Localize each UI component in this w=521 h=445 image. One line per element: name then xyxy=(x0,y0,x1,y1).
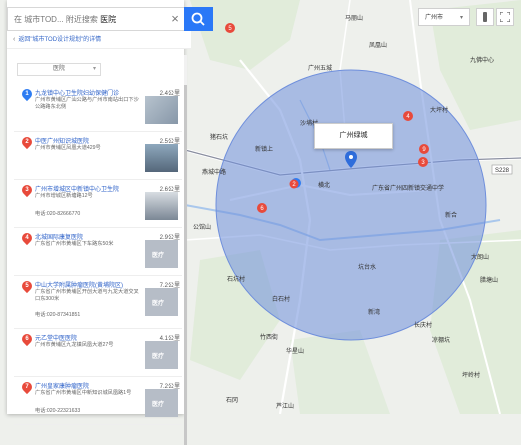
map-label: 竹西街 xyxy=(260,335,279,341)
result-address: 广州市黄埔区凤凰大道429号 xyxy=(35,145,101,151)
search-button[interactable] xyxy=(184,7,213,31)
result-thumbnail[interactable] xyxy=(145,144,178,172)
map-pin-icon: 6 xyxy=(19,331,35,347)
list-item[interactable]: 2 中医广州知识城医院 2.5公里 广州市黄埔区凤凰大道429号 xyxy=(14,132,182,180)
map-label: 长庆村 xyxy=(414,323,433,329)
clear-icon[interactable]: × xyxy=(166,8,184,30)
map-label: 公馆山 xyxy=(193,225,212,231)
result-address: 广州市增城区新塘路12号 xyxy=(35,193,93,199)
map-pin-4[interactable]: 4 xyxy=(403,111,413,121)
result-address: 广东省广州市黄埔区下车路东50米 xyxy=(35,241,114,247)
result-name[interactable]: 广州市增城区中新镇中心卫生院 xyxy=(35,184,143,193)
map-pin-9[interactable]: 9 xyxy=(419,144,429,154)
map-pin-icon: 1 xyxy=(19,86,35,102)
map-label: 燕城中路 xyxy=(202,170,227,176)
result-thumbnail[interactable]: 医疗 xyxy=(145,389,178,417)
map-pin-6[interactable]: 6 xyxy=(257,203,267,213)
fullscreen-icon[interactable] xyxy=(496,8,514,26)
result-thumbnail[interactable]: 医疗 xyxy=(145,341,178,369)
traffic-icon[interactable] xyxy=(476,8,494,26)
chevron-down-icon: ▾ xyxy=(459,15,463,21)
result-thumbnail[interactable]: 医疗 xyxy=(145,288,178,316)
map-label: 腊塘山 xyxy=(480,278,499,284)
search-input[interactable]: 在 城市TOD... 附近搜索 医院 × xyxy=(7,7,185,31)
result-address: 广东省广州市黄埔区开创大道与九龙大道交叉口东300米 xyxy=(35,289,139,302)
search-query: 医院 xyxy=(100,14,117,24)
results-panel: 在 城市TOD... 附近搜索 医院 × ‹ 返回"城市TOD设计规划"的详情 医… xyxy=(7,0,191,445)
map-label: 石坑村 xyxy=(227,277,246,283)
result-address: 广州市黄埔区广汕公路与广州市南站出口下沙公路路东北侧 xyxy=(35,97,139,110)
map-pin-icon: 7 xyxy=(19,379,35,395)
map-pin-5[interactable]: 5 xyxy=(225,23,235,33)
map-pin-icon: 3 xyxy=(19,182,35,198)
map-label: 坑台水 xyxy=(358,265,377,271)
result-thumbnail[interactable] xyxy=(145,192,178,220)
road-badge: S228 xyxy=(495,168,510,174)
map-label: 新镇上 xyxy=(255,147,274,153)
result-name[interactable]: 北城国际康复医院 xyxy=(35,232,143,241)
result-name[interactable]: 元乙堂中医医院 xyxy=(35,333,143,342)
result-thumbnail[interactable]: 医疗 xyxy=(145,240,178,268)
list-item[interactable]: 3 广州市增城区中新镇中心卫生院 2.6公里 广州市增城区新塘路12号 电话:0… xyxy=(14,180,182,228)
list-item[interactable]: 7 广州皇家康肿瘤医院 7.2公里 广东省广州市黄埔区中新知识城凤凰路1号 电话… xyxy=(14,377,182,425)
result-name[interactable]: 中山大学附属肿瘤医院(黄埔院区) xyxy=(35,280,143,289)
search-prefix: 在 城市TOD... 附近搜索 xyxy=(14,14,98,24)
result-thumbnail[interactable] xyxy=(145,96,178,124)
chevron-down-icon: ▾ xyxy=(92,66,96,72)
map-label: 新合 xyxy=(445,213,458,219)
map-label: 大朗山 xyxy=(471,255,490,261)
back-link[interactable]: ‹ 返回"城市TOD设计规划"的详情 xyxy=(7,31,191,49)
result-phone: 电话:020-22321633 xyxy=(35,408,81,414)
map-label: 白石村 xyxy=(272,297,291,303)
chevron-left-icon: ‹ xyxy=(13,36,16,43)
map-label: 凉棚坑 xyxy=(432,338,451,344)
map-label: 石冈 xyxy=(226,398,239,404)
map-label: 华星山 xyxy=(286,349,305,355)
category-filter[interactable]: 医院 ▾ xyxy=(17,63,101,76)
result-phone: 电话:020-87341851 xyxy=(35,312,81,318)
search-icon xyxy=(191,12,205,26)
list-item[interactable]: 6 元乙堂中医医院 4.1公里 广州市黄埔区九龙镇凤凰大道27号 医疗 xyxy=(14,329,182,377)
map-label: 横北 xyxy=(318,183,331,189)
map-pin-icon: 5 xyxy=(19,278,35,294)
map-pin-icon: 2 xyxy=(19,134,35,150)
map-label: 芦江山 xyxy=(276,404,295,410)
map-label: 新湾 xyxy=(368,310,381,316)
map-label: 马丽山 xyxy=(345,16,364,22)
result-phone: 电话:020-82666770 xyxy=(35,211,81,217)
scrollbar-thumb[interactable] xyxy=(184,85,187,445)
map-label: 大坪村 xyxy=(430,108,449,114)
result-address: 广州市黄埔区九龙镇凤凰大道27号 xyxy=(35,342,114,348)
map-label: 猪石坑 xyxy=(210,135,229,141)
map-label: 九佛中心 xyxy=(470,58,495,64)
location-popup[interactable]: 广州绿城 xyxy=(314,123,393,149)
map-pin-3[interactable]: 3 xyxy=(418,157,428,167)
list-item[interactable]: 4 北城国际康复医院 2.9公里 广东省广州市黄埔区下车路东50米 医疗 xyxy=(14,228,182,276)
city-selector[interactable]: 广州市 ▾ xyxy=(418,8,470,26)
scrollbar[interactable] xyxy=(184,55,187,445)
result-name[interactable]: 广州皇家康肿瘤医院 xyxy=(35,381,143,390)
result-name[interactable]: 九龙镇中心卫生院妇幼保健门诊 xyxy=(35,88,143,97)
map-label: 凤凰山 xyxy=(369,43,388,49)
map-pin-2[interactable]: 2 xyxy=(289,179,299,189)
result-name[interactable]: 中医广州知识城医院 xyxy=(35,136,143,145)
map-label: 坪岭村 xyxy=(462,373,481,379)
result-address: 广东省广州市黄埔区中新知识城凤凰路1号 xyxy=(35,390,132,396)
list-item[interactable]: 1 九龙镇中心卫生院妇幼保健门诊 2.4公里 广州市黄埔区广汕公路与广州市南站出… xyxy=(14,84,182,132)
map-label: 广东省广州四新镇交通中学 xyxy=(372,186,445,192)
results-list: 1 九龙镇中心卫生院妇幼保健门诊 2.4公里 广州市黄埔区广汕公路与广州市南站出… xyxy=(14,84,182,425)
map-pin-icon: 4 xyxy=(19,230,35,246)
list-item[interactable]: 5 中山大学附属肿瘤医院(黄埔院区) 7.2公里 广东省广州市黄埔区开创大道与九… xyxy=(14,276,182,329)
map-label: 广州五城 xyxy=(308,66,333,72)
